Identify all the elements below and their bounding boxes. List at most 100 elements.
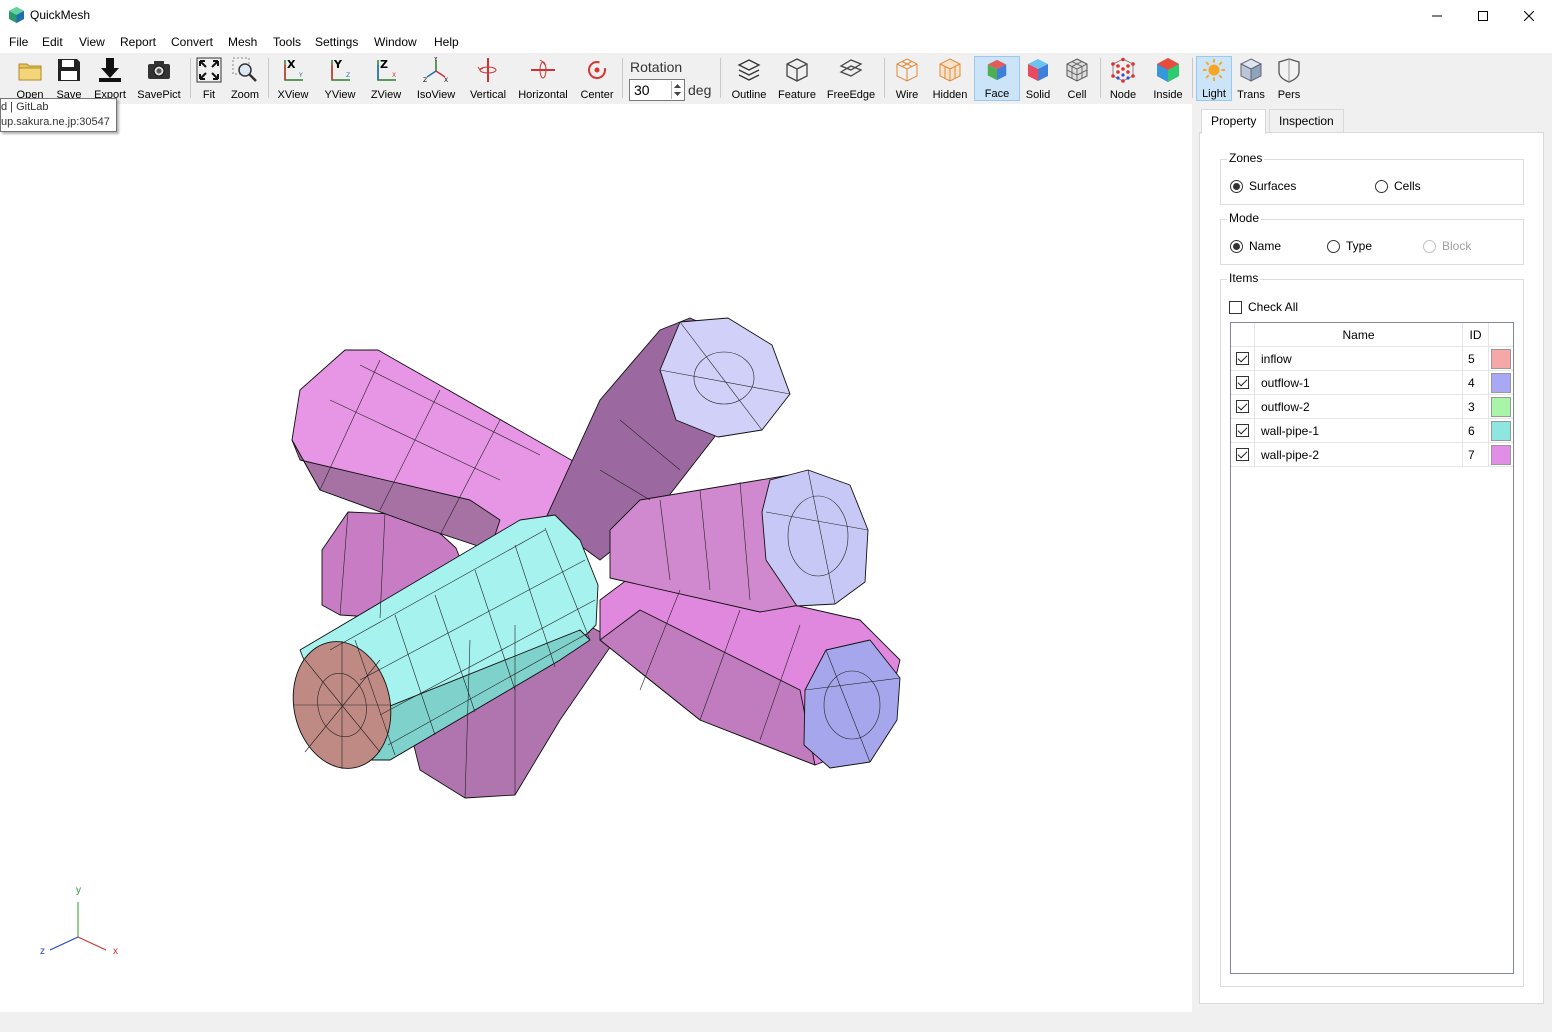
radio-unchecked-icon — [1375, 179, 1388, 193]
menu-file[interactable]: File — [9, 35, 28, 49]
check-all-checkbox[interactable]: Check All — [1229, 300, 1298, 314]
items-table: Name ID inflow 5 outflow-1 4 outflow-2 3 — [1230, 322, 1514, 974]
item-id: 6 — [1463, 419, 1489, 443]
node-button[interactable]: Node — [1106, 56, 1140, 101]
fit-button[interactable]: Fit — [195, 56, 223, 101]
header-id[interactable]: ID — [1463, 323, 1489, 347]
isoview-button[interactable]: YZX IsoView — [413, 56, 459, 101]
table-row[interactable]: wall-pipe-2 7 — [1231, 443, 1513, 467]
menu-mesh[interactable]: Mesh — [228, 35, 257, 49]
tooltip-line-2: up.sakura.ne.jp:30547 — [1, 116, 110, 128]
header-color-col — [1489, 323, 1513, 347]
tab-property[interactable]: Property — [1201, 109, 1267, 134]
hidden-button[interactable]: Hidden — [930, 56, 970, 101]
vertical-rotate-button[interactable]: Vertical — [466, 56, 510, 101]
zoom-button[interactable]: Zoom — [229, 56, 261, 101]
horizontal-rotate-button[interactable]: Horizontal — [517, 56, 569, 101]
cell-button[interactable]: Cell — [1062, 56, 1092, 101]
center-button[interactable]: Center — [578, 56, 616, 101]
zones-cells-label: Cells — [1394, 179, 1421, 193]
trans-button[interactable]: Trans — [1236, 56, 1266, 101]
inside-button[interactable]: Inside — [1148, 56, 1188, 101]
axis-triad — [49, 902, 107, 951]
perspective-shield-icon — [1278, 58, 1300, 83]
item-checkbox[interactable] — [1236, 400, 1249, 413]
item-color-swatch[interactable] — [1491, 421, 1511, 441]
item-color-swatch[interactable] — [1491, 349, 1511, 369]
maximize-button[interactable] — [1460, 0, 1506, 31]
item-checkbox[interactable] — [1236, 448, 1249, 461]
yview-button[interactable]: YZ YView — [321, 56, 359, 101]
menu-tools[interactable]: Tools — [273, 35, 301, 49]
wire-button[interactable]: Wire — [890, 56, 924, 101]
menu-edit[interactable]: Edit — [42, 35, 63, 49]
light-button[interactable]: Light — [1196, 56, 1232, 101]
item-checkbox[interactable] — [1236, 376, 1249, 389]
axis-label-y: y — [76, 885, 81, 896]
mesh-model — [49, 317, 901, 951]
menu-view[interactable]: View — [79, 35, 105, 49]
face-button[interactable]: Face — [974, 56, 1020, 101]
item-id: 3 — [1463, 395, 1489, 419]
table-row[interactable]: outflow-2 3 — [1231, 395, 1513, 419]
outline-button[interactable]: Outline — [728, 56, 770, 101]
freeedge-button[interactable]: FreeEdge — [826, 56, 876, 101]
vertical-rotation-icon — [477, 58, 497, 82]
menu-help[interactable]: Help — [434, 35, 459, 49]
savepict-button[interactable]: SavePict — [136, 56, 182, 101]
minimize-button[interactable] — [1414, 0, 1460, 31]
open-button[interactable]: Open — [12, 56, 48, 101]
header-name[interactable]: Name — [1255, 323, 1463, 347]
transparent-cube-icon — [1239, 58, 1263, 82]
item-name: wall-pipe-2 — [1255, 443, 1463, 467]
zones-cells-radio[interactable]: Cells — [1375, 179, 1421, 193]
pers-button[interactable]: Pers — [1274, 56, 1304, 101]
outline-layers-icon — [737, 59, 761, 81]
rotation-unit: deg — [688, 82, 712, 98]
menu-report[interactable]: Report — [120, 35, 156, 49]
toolbar-separator — [268, 58, 269, 98]
export-button[interactable]: Export — [91, 56, 129, 101]
menu-convert[interactable]: Convert — [171, 35, 213, 49]
zview-button[interactable]: ZX ZView — [367, 56, 405, 101]
item-id: 4 — [1463, 371, 1489, 395]
item-name: inflow — [1255, 347, 1463, 371]
3d-viewport[interactable]: y x z — [0, 104, 1192, 1012]
check-all-label: Check All — [1248, 300, 1299, 314]
toolbar-separator — [720, 58, 721, 98]
mode-block-radio: Block — [1423, 239, 1471, 253]
center-target-icon — [588, 61, 606, 79]
item-color-swatch[interactable] — [1491, 445, 1511, 465]
fit-expand-icon — [196, 57, 222, 83]
rotation-spinner[interactable] — [671, 81, 683, 99]
menu-window[interactable]: Window — [374, 35, 417, 49]
item-checkbox[interactable] — [1236, 424, 1249, 437]
mode-type-radio[interactable]: Type — [1327, 239, 1372, 253]
item-color-swatch[interactable] — [1491, 397, 1511, 417]
rotation-angle-input[interactable]: 30 — [629, 79, 685, 101]
svg-text:X: X — [392, 72, 396, 79]
mode-name-radio[interactable]: Name — [1230, 239, 1281, 253]
save-button[interactable]: Save — [52, 56, 86, 101]
free-edge-icon — [839, 59, 863, 77]
table-row[interactable]: outflow-1 4 — [1231, 371, 1513, 395]
close-button[interactable] — [1506, 0, 1552, 31]
menu-settings[interactable]: Settings — [315, 35, 358, 49]
item-name: outflow-2 — [1255, 395, 1463, 419]
xview-button[interactable]: XY XView — [275, 56, 311, 101]
title-bar: QuickMesh — [0, 0, 1552, 31]
table-row[interactable]: inflow 5 — [1231, 347, 1513, 371]
solid-button[interactable]: Solid — [1022, 56, 1054, 101]
item-checkbox[interactable] — [1236, 352, 1249, 365]
item-color-swatch[interactable] — [1491, 373, 1511, 393]
feature-button[interactable]: Feature — [776, 56, 818, 101]
wireframe-cube-icon — [896, 58, 918, 82]
y-axis-view-icon: YZ — [331, 58, 350, 81]
svg-text:Z: Z — [346, 72, 350, 79]
mode-group: Mode Name Type Block — [1220, 211, 1524, 265]
tab-inspection[interactable]: Inspection — [1269, 109, 1344, 133]
table-row[interactable]: wall-pipe-1 6 — [1231, 419, 1513, 443]
zones-surfaces-radio[interactable]: Surfaces — [1230, 179, 1296, 193]
mode-title: Mode — [1227, 211, 1262, 225]
cell-grid-icon — [1066, 58, 1088, 82]
